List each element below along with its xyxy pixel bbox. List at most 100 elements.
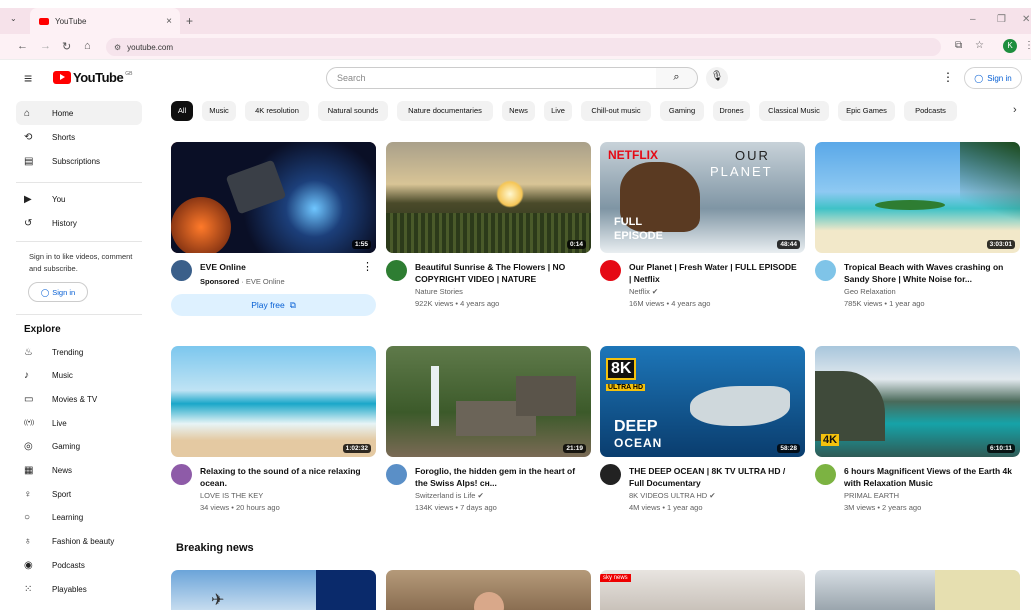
sidebar-item-you[interactable]: ▶ You — [16, 187, 142, 211]
sidebar-item-label: Gaming — [52, 442, 81, 452]
sidebar-item-news[interactable]: ▦ News — [16, 459, 142, 483]
channel-avatar[interactable] — [171, 260, 192, 281]
chip-news[interactable]: News — [502, 101, 535, 121]
minimize-button[interactable]: – — [970, 14, 976, 25]
chip-music[interactable]: Music — [202, 101, 236, 121]
home-browser-icon[interactable]: ⌂ — [84, 40, 91, 52]
breaking-news-thumbnail[interactable]: sky news — [600, 570, 805, 610]
sidebar-item-trending[interactable]: ♨ Trending — [16, 340, 142, 364]
channel-avatar[interactable] — [600, 464, 621, 485]
sidebar-item-live[interactable]: ((•)) Live — [16, 411, 142, 435]
channel-name[interactable]: EVE Online — [246, 277, 285, 286]
video-thumbnail[interactable]: NETFLIX OUR PLANET FULL EPISODE 48:44 — [600, 142, 805, 253]
tab-close-icon[interactable]: × — [166, 16, 172, 27]
sign-in-button[interactable]: ◯ Sign in — [964, 67, 1022, 89]
settings-menu-icon[interactable]: ⋮ — [942, 70, 954, 84]
search-input[interactable]: Search — [326, 67, 657, 89]
breaking-news-thumbnail[interactable] — [386, 570, 591, 610]
video-title[interactable]: 6 hours Magnificent Views of the Earth 4… — [844, 465, 1014, 489]
video-duration: 6:10:11 — [986, 444, 1015, 453]
channel-avatar[interactable] — [600, 260, 621, 281]
channel-avatar[interactable] — [171, 464, 192, 485]
profile-avatar[interactable]: K — [1003, 39, 1017, 53]
video-title[interactable]: Foroglio, the hidden gem in the heart of… — [415, 465, 585, 489]
sidebar-item-shorts[interactable]: ⟲ Shorts — [16, 125, 142, 149]
breaking-news-thumbnail[interactable] — [815, 570, 1020, 610]
channel-name[interactable]: Netflix ✔ — [629, 287, 658, 296]
sidebar-item-playables[interactable]: ⁙ Playables — [16, 577, 142, 601]
video-thumbnail[interactable]: 0:14 — [386, 142, 591, 253]
sidebar-item-fashion-beauty[interactable]: ♁ Fashion & beauty — [16, 530, 142, 554]
new-tab-button[interactable]: + — [186, 14, 193, 28]
channel-avatar[interactable] — [815, 260, 836, 281]
sidebar-item-history[interactable]: ↺ History — [16, 211, 142, 235]
video-title[interactable]: Beautiful Sunrise & The Flowers | NO COP… — [415, 261, 585, 285]
video-title[interactable]: Our Planet | Fresh Water | FULL EPISODE … — [629, 261, 799, 285]
bookmark-star-icon[interactable]: ☆ — [975, 40, 984, 51]
video-title[interactable]: Tropical Beach with Waves crashing on Sa… — [844, 261, 1014, 285]
video-thumbnail[interactable]: 21:19 — [386, 346, 591, 457]
video-title[interactable]: EVE Online — [200, 261, 370, 273]
chip-gaming[interactable]: Gaming — [660, 101, 704, 121]
chip-chill-out-music[interactable]: Chill-out music — [581, 101, 651, 121]
reload-icon[interactable]: ↻ — [62, 40, 71, 53]
chrome-menu-icon[interactable]: ⋮ — [1024, 40, 1031, 51]
sidebar-item-gaming[interactable]: ◎ Gaming — [16, 435, 142, 459]
play-free-button[interactable]: Play free ⧉ — [171, 294, 376, 316]
window-close-button[interactable]: ✕ — [1022, 14, 1030, 25]
menu-hamburger-icon[interactable]: ≡ — [24, 70, 32, 86]
chevron-right-icon[interactable]: › — [1013, 104, 1017, 116]
channel-name[interactable]: 8K VIDEOS ULTRA HD ✔ — [629, 491, 716, 500]
site-settings-icon[interactable]: ⚙ — [114, 43, 121, 52]
install-app-icon[interactable]: ⧉ — [955, 40, 962, 51]
video-meta: 4M views • 1 year ago — [629, 503, 703, 512]
chip-nature-documentaries[interactable]: Nature documentaries — [397, 101, 493, 121]
search-button[interactable]: ⌕ — [656, 67, 698, 89]
chip-classical-music[interactable]: Classical Music — [759, 101, 829, 121]
sidebar-item-label: Movies & TV — [52, 394, 98, 404]
sidebar-item-music[interactable]: ♪ Music — [16, 364, 142, 388]
breaking-news-thumbnail[interactable]: ✈ — [171, 570, 376, 610]
chip-epic-games[interactable]: Epic Games — [838, 101, 895, 121]
sidebar-sign-in-button[interactable]: ◯ Sign in — [28, 282, 88, 302]
video-thumbnail[interactable]: 1:02:32 — [171, 346, 376, 457]
channel-name[interactable]: LOVE IS THE KEY — [200, 491, 263, 500]
video-title[interactable]: THE DEEP OCEAN | 8K TV ULTRA HD / Full D… — [629, 465, 799, 489]
channel-name[interactable]: Nature Stories — [415, 287, 463, 296]
chip-podcasts[interactable]: Podcasts — [904, 101, 957, 121]
chip-all[interactable]: All — [171, 101, 193, 121]
more-actions-icon[interactable]: ⋮ — [362, 260, 373, 273]
sidebar-item-label: Podcasts — [52, 560, 85, 570]
sidebar-item-sport[interactable]: ♀ Sport — [16, 482, 142, 506]
video-thumbnail[interactable]: 4K 6:10:11 — [815, 346, 1020, 457]
tab-search-icon[interactable]: ⌄ — [10, 14, 17, 23]
account-circle-icon: ◯ — [974, 73, 984, 83]
channel-avatar[interactable] — [386, 260, 407, 281]
restore-button[interactable]: ❐ — [997, 14, 1006, 25]
chip-4k-resolution[interactable]: 4K resolution — [245, 101, 309, 121]
back-icon[interactable]: ← — [17, 40, 28, 52]
sidebar-item-podcasts[interactable]: ◉ Podcasts — [16, 553, 142, 577]
channel-avatar[interactable] — [386, 464, 407, 485]
sidebar-item-movies-tv[interactable]: ▭ Movies & TV — [16, 387, 142, 411]
video-title[interactable]: Relaxing to the sound of a nice relaxing… — [200, 465, 370, 489]
chip-natural-sounds[interactable]: Natural sounds — [318, 101, 388, 121]
chip-live[interactable]: Live — [544, 101, 572, 121]
channel-avatar[interactable] — [815, 464, 836, 485]
channel-name[interactable]: Geo Relaxation — [844, 287, 896, 296]
chip-drones[interactable]: Drones — [713, 101, 750, 121]
address-bar[interactable]: ⚙ youtube.com — [106, 38, 941, 56]
video-meta: 34 views • 20 hours ago — [200, 503, 280, 512]
video-thumbnail[interactable]: 8K ULTRA HD DEEP OCEAN 58:28 — [600, 346, 805, 457]
video-thumbnail[interactable]: 3:03:01 — [815, 142, 1020, 253]
voice-search-button[interactable]: 🎙 — [706, 67, 728, 89]
channel-name[interactable]: Switzerland is Life ✔ — [415, 491, 484, 500]
sidebar-item-home[interactable]: ⌂ Home — [16, 101, 142, 125]
sidebar-item-subscriptions[interactable]: ▤ Subscriptions — [16, 149, 142, 173]
forward-icon[interactable]: → — [40, 40, 51, 52]
browser-tab[interactable]: YouTube × — [30, 8, 180, 34]
youtube-logo[interactable]: YouTube GB — [53, 70, 132, 85]
sidebar-item-learning[interactable]: ○ Learning — [16, 506, 142, 530]
channel-name[interactable]: PRIMAL EARTH — [844, 491, 899, 500]
video-thumbnail[interactable]: 1:55 — [171, 142, 376, 253]
